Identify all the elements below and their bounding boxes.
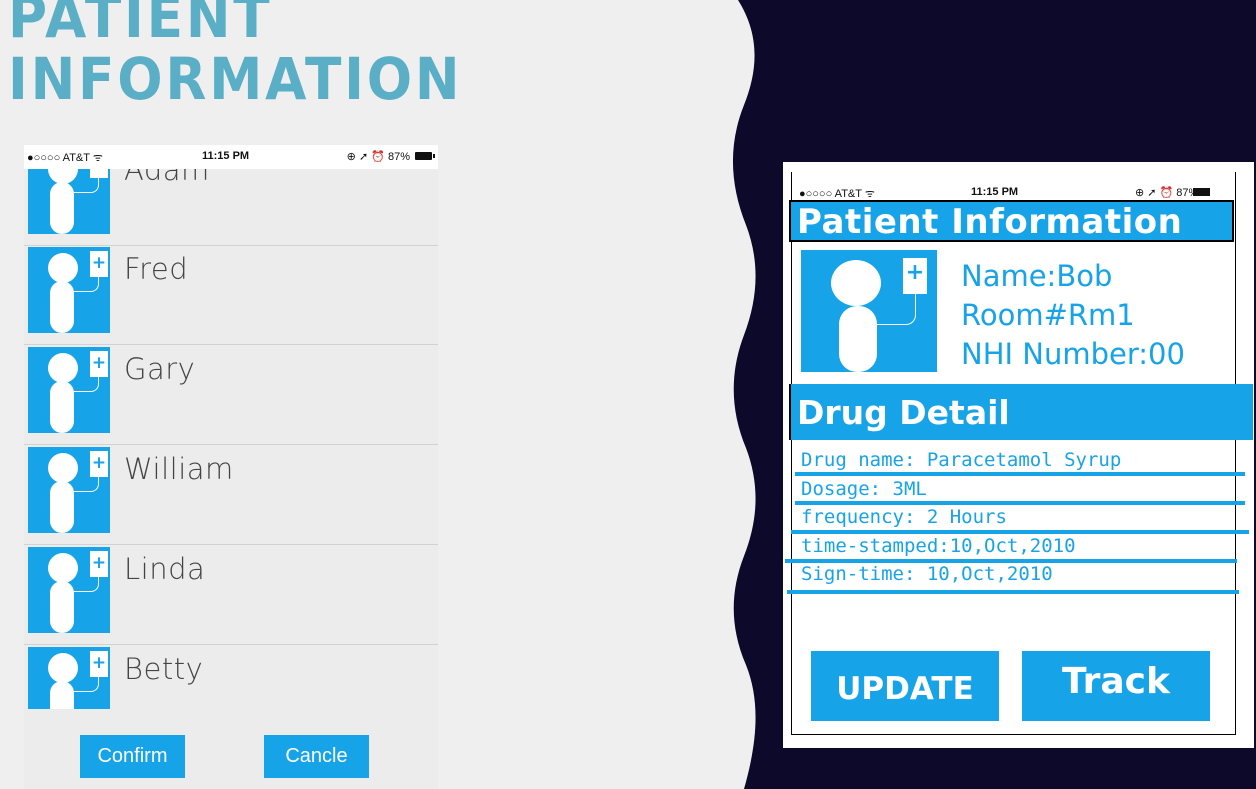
page-title: Patient Information bbox=[797, 202, 1183, 242]
patient-iv-icon: + bbox=[28, 547, 110, 633]
patient-list-screen: ●○○○○ AT&T ᯤ 11:15 PM ⊕ ➚ ⏰ 87% + Adam +… bbox=[24, 145, 438, 789]
patient-name: Name:Bob bbox=[961, 259, 1113, 293]
patient-name: William bbox=[124, 452, 234, 486]
drug-sign-time: Sign-time: 10,Oct,2010 bbox=[801, 563, 1053, 585]
drug-detail-header: Drug Detail bbox=[789, 384, 1253, 440]
list-item-patient[interactable]: + William bbox=[24, 445, 438, 545]
drug-name: Drug name: Paracetamol Syrup bbox=[801, 449, 1122, 471]
battery-icon bbox=[415, 152, 435, 160]
list-item-patient[interactable]: + Betty bbox=[24, 645, 438, 709]
patient-iv-icon: + bbox=[28, 347, 110, 433]
carrier-signal: ●○○○○ AT&T ᯤ bbox=[27, 152, 103, 164]
list-item-patient[interactable]: + Gary bbox=[24, 345, 438, 445]
patient-name: Betty bbox=[124, 652, 204, 686]
patient-iv-icon: + bbox=[801, 250, 937, 372]
cancel-button[interactable]: Cancle bbox=[264, 735, 369, 778]
carrier-signal: ●○○○○ AT&T ᯤ bbox=[799, 188, 875, 200]
patient-info: Name:Bob Room#Rm1 NHI Number:00 bbox=[961, 257, 1185, 374]
drug-time-stamped: time-stamped:10,Oct,2010 bbox=[801, 535, 1076, 557]
patient-name: Fred bbox=[124, 252, 189, 286]
list-item-patient[interactable]: + Adam bbox=[24, 169, 438, 246]
status-time: 11:15 PM bbox=[971, 186, 1019, 198]
slide-title-line1: PATIENT bbox=[8, 0, 273, 51]
status-indicators: ⊕ ➚ ⏰ 87% bbox=[346, 151, 410, 163]
divider bbox=[795, 501, 1245, 505]
slide-title-line2: INFORMATION bbox=[8, 45, 463, 113]
drug-frequency: frequency: 2 Hours bbox=[801, 506, 1007, 528]
update-button[interactable]: UPDATE bbox=[811, 651, 999, 721]
section-title: Drug Detail bbox=[797, 393, 1010, 432]
patient-iv-icon: + bbox=[28, 647, 110, 709]
divider bbox=[791, 530, 1249, 534]
patient-iv-icon: + bbox=[28, 169, 110, 234]
status-time: 11:15 PM bbox=[202, 150, 250, 162]
divider bbox=[787, 590, 1239, 594]
battery-icon bbox=[1193, 188, 1210, 196]
patient-name: Adam bbox=[124, 169, 210, 187]
page-title-bar: Patient Information bbox=[789, 200, 1234, 242]
patient-nhi-number: NHI Number:00 bbox=[961, 337, 1185, 371]
slide-title: PATIENT INFORMATION bbox=[8, 0, 462, 110]
status-bar: ●○○○○ AT&T ᯤ 11:15 PM ⊕ ➚ ⏰ 87% bbox=[24, 145, 438, 169]
patient-iv-icon: + bbox=[28, 447, 110, 533]
list-item-patient[interactable]: + Fred bbox=[24, 245, 438, 345]
patient-list[interactable]: + Adam + Fred + Gary + William + Linda +… bbox=[24, 169, 438, 709]
patient-room: Room#Rm1 bbox=[961, 298, 1135, 332]
track-button[interactable]: Track bbox=[1022, 651, 1210, 721]
patient-iv-icon: + bbox=[28, 247, 110, 333]
patient-name: Gary bbox=[124, 352, 196, 386]
patient-name: Linda bbox=[124, 552, 206, 586]
patient-detail-screen: ●○○○○ AT&T ᯤ 11:15 PM ⊕ ➚ ⏰ 87% Patient … bbox=[783, 162, 1254, 748]
drug-dosage: Dosage: 3ML bbox=[801, 478, 927, 500]
confirm-button[interactable]: Confirm bbox=[80, 735, 185, 778]
divider bbox=[795, 472, 1245, 476]
status-indicators: ⊕ ➚ ⏰ 87% bbox=[1135, 187, 1199, 199]
list-item-patient[interactable]: + Linda bbox=[24, 545, 438, 645]
